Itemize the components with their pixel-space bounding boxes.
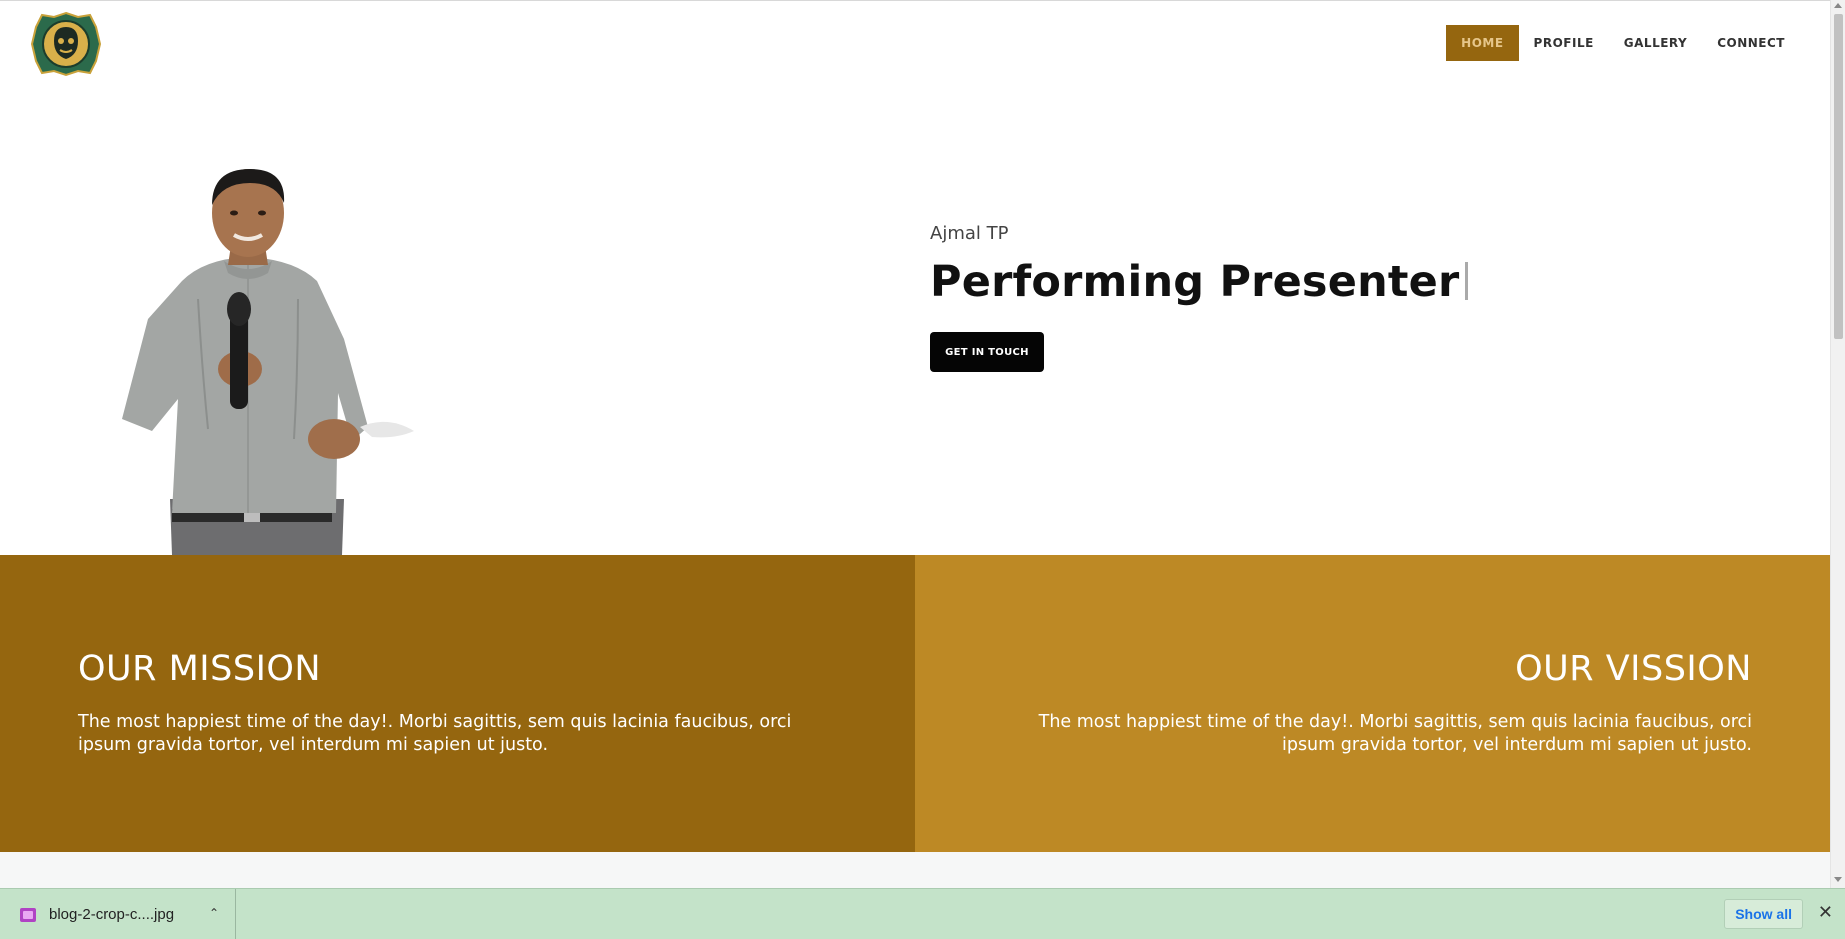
scroll-thumb[interactable] [1834, 14, 1843, 339]
image-file-icon [20, 907, 36, 922]
chevron-up-icon[interactable]: ⌃ [209, 906, 219, 920]
nav-home[interactable]: HOME [1446, 25, 1519, 61]
nav-gallery[interactable]: GALLERY [1609, 25, 1702, 61]
next-section-strip [0, 852, 1830, 888]
scroll-up-arrow-icon[interactable] [1834, 3, 1842, 8]
page-scrollbar[interactable] [1830, 0, 1845, 888]
logo-emblem-icon[interactable] [30, 11, 103, 77]
show-all-button[interactable]: Show all [1724, 899, 1803, 929]
vision-text: The most happiest time of the day!. Morb… [1038, 712, 1752, 755]
close-icon[interactable]: ✕ [1818, 903, 1833, 923]
vision-section: OUR VISSION The most happiest time of th… [915, 555, 1830, 852]
download-file-name: blog-2-crop-c....jpg [49, 906, 175, 923]
download-shelf: blog-2-crop-c....jpg ⌃ Show all ✕ [0, 888, 1845, 939]
mission-text: The most happiest time of the day!. Morb… [78, 712, 792, 755]
get-in-touch-button[interactable]: GET IN TOUCH [930, 332, 1044, 372]
download-item[interactable]: blog-2-crop-c....jpg ⌃ [0, 889, 236, 939]
nav-connect[interactable]: CONNECT [1702, 25, 1800, 61]
hero-title-text: Performing Presenter [930, 257, 1460, 307]
hero-title: Performing Presenter [930, 257, 1469, 307]
hero-name: Ajmal TP [930, 223, 1009, 244]
scroll-down-arrow-icon[interactable] [1834, 877, 1842, 882]
presenter-photo [122, 169, 414, 555]
web-page: HOME PROFILE GALLERY CONNECT Ajmal TP Pe… [0, 0, 1830, 888]
nav-profile[interactable]: PROFILE [1519, 25, 1609, 61]
mission-heading: OUR MISSION [78, 649, 322, 689]
main-nav: HOME PROFILE GALLERY CONNECT [1446, 25, 1800, 61]
mission-section: OUR MISSION The most happiest time of th… [0, 555, 915, 852]
vision-heading: OUR VISSION [1515, 649, 1752, 689]
typing-cursor [1465, 262, 1469, 300]
